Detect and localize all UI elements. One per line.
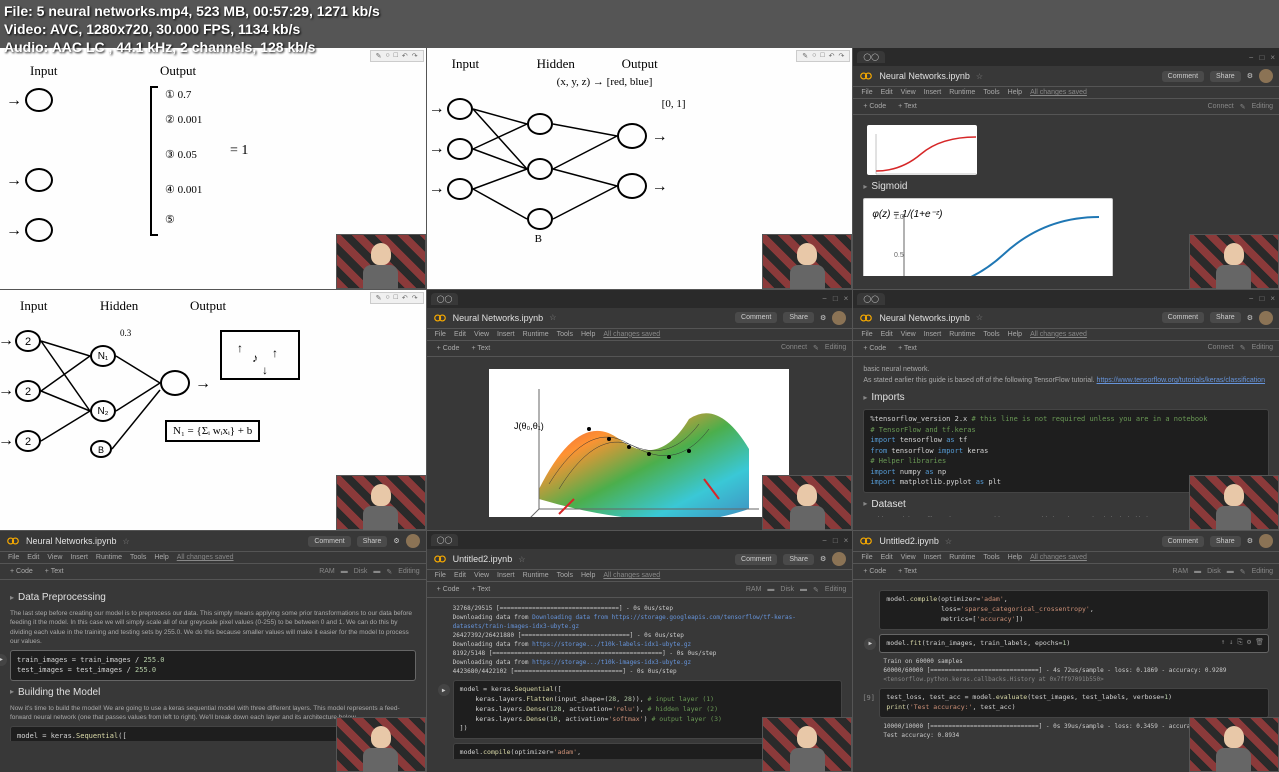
- wb1-input-label: Input: [30, 63, 57, 79]
- webcam-overlay: [1189, 234, 1279, 289]
- thumbnail-9[interactable]: Untitled2.ipynb☆ CommentShare⚙ FileEditV…: [853, 531, 1279, 772]
- gear-icon[interactable]: ⚙: [1247, 72, 1253, 80]
- menu-tools[interactable]: Tools: [983, 89, 999, 96]
- code-cell-fit[interactable]: ▶ ↑↓⎘⚙🗑 model.fit(train_images, train_la…: [879, 634, 1269, 654]
- thumbnail-8[interactable]: ◯◯−□× Untitled2.ipynb☆ CommentShare⚙ Fil…: [427, 531, 853, 772]
- formula-box: N₁ = {Σᵢ wᵢxᵢ} + b: [165, 420, 260, 442]
- section-building-model: Building the Model: [10, 685, 416, 700]
- notebook-title[interactable]: Neural Networks.ipynb: [879, 71, 970, 81]
- share-button[interactable]: Share: [1210, 71, 1241, 82]
- file-info-line1: File: 5 neural networks.mp4, 523 MB, 00:…: [4, 2, 380, 20]
- colab-toolbar: + Code + Text Connect✎ Editing: [853, 99, 1279, 115]
- webcam-overlay: [762, 475, 852, 530]
- colab-menu-bar: File Edit View Insert Runtime Tools Help…: [853, 87, 1279, 99]
- section-sigmoid: Sigmoid: [863, 179, 1269, 194]
- comment-button[interactable]: Comment: [1162, 71, 1204, 82]
- wb1-output-label: Output: [160, 63, 196, 79]
- colab-logo-icon: [859, 69, 873, 83]
- bracket: [150, 86, 158, 236]
- thumbnail-5[interactable]: ◯◯−□× Neural Networks.ipynb ☆ CommentSha…: [427, 290, 853, 531]
- section-imports: Imports: [863, 390, 1269, 405]
- arrow-icon: →: [6, 92, 22, 110]
- run-cell-button[interactable]: ▶: [438, 684, 450, 696]
- menu-edit[interactable]: Edit: [881, 89, 893, 96]
- svg-text:1.0: 1.0: [894, 214, 904, 221]
- code-cell-preprocess[interactable]: ▶ train_images = train_images / 255.0 te…: [10, 650, 416, 681]
- thumbnail-4[interactable]: ✎○□↶↷ Input Hidden Output 2 2 2 N₁ N₂ B …: [0, 290, 426, 531]
- colab-header: Neural Networks.ipynb ☆ Comment Share ⚙: [853, 66, 1279, 87]
- file-info-overlay: File: 5 neural networks.mp4, 523 MB, 00:…: [0, 0, 384, 59]
- webcam-overlay: [1189, 475, 1279, 530]
- svg-text:J(θ₀,θ₁): J(θ₀,θ₁): [514, 421, 544, 431]
- svg-text:↓: ↓: [262, 363, 268, 377]
- menu-file[interactable]: File: [861, 89, 872, 96]
- webcam-overlay: [336, 475, 426, 530]
- avatar[interactable]: [1259, 69, 1273, 83]
- code-cell-evaluate[interactable]: [9] test_loss, test_acc = model.evaluate…: [879, 688, 1269, 718]
- svg-text:↑: ↑: [237, 341, 243, 355]
- webcam-overlay: [762, 717, 852, 772]
- input-node-1: [25, 88, 53, 112]
- thumbnail-7[interactable]: Neural Networks.ipynb☆ CommentShare⚙ Fil…: [0, 531, 426, 772]
- thumbnail-2[interactable]: ✎○□↶↷ Input Hidden Output (x, y, z) → [r…: [427, 48, 853, 289]
- webcam-overlay: [1189, 717, 1279, 772]
- diagram-box: ↑ ♪ ↑ ↓: [220, 330, 300, 380]
- delete-icon[interactable]: 🗑: [1255, 637, 1264, 648]
- menu-insert[interactable]: Insert: [924, 89, 942, 96]
- star-icon[interactable]: ☆: [976, 72, 983, 81]
- file-info-line3: Audio: AAC LC , 44.1 kHz, 2 channels, 12…: [4, 38, 380, 56]
- webcam-overlay: [336, 234, 426, 289]
- webcam-overlay: [336, 717, 426, 772]
- section-preprocessing: Data Preprocessing: [10, 590, 416, 605]
- menu-help[interactable]: Help: [1008, 89, 1022, 96]
- webcam-overlay: [762, 234, 852, 289]
- move-up-icon[interactable]: ↑: [1221, 637, 1225, 648]
- add-code-button[interactable]: + Code: [859, 102, 890, 111]
- thumbnail-grid: ✎○□↶↷ Input Output → → → ① 0.7 ② 0.001 ③…: [0, 0, 1279, 772]
- menu-view[interactable]: View: [901, 89, 916, 96]
- gear-icon[interactable]: ⚙: [1247, 637, 1251, 648]
- arrow-icon: →: [6, 222, 22, 240]
- input-node-3: [25, 218, 53, 242]
- surface-plot-3d: J(θ₀,θ₁) θ₀ θ₁: [489, 369, 789, 518]
- arrow-icon: →: [6, 172, 22, 190]
- whiteboard-toolbar: ✎○□↶↷: [796, 50, 850, 62]
- thumbnail-3[interactable]: ◯◯ −□× Neural Networks.ipynb ☆ Comment S…: [853, 48, 1279, 289]
- whiteboard-toolbar: ✎○□↶↷: [370, 292, 424, 304]
- browser-chrome: ◯◯ −□×: [853, 48, 1279, 66]
- run-cell-button[interactable]: ▶: [0, 654, 7, 666]
- svg-text:♪: ♪: [252, 351, 258, 365]
- sigmoid-chart-small: [867, 125, 977, 175]
- file-info-line2: Video: AVC, 1280x720, 30.000 FPS, 1134 k…: [4, 20, 380, 38]
- menu-runtime[interactable]: Runtime: [949, 89, 975, 96]
- svg-text:↑: ↑: [272, 346, 278, 360]
- colab-logo-icon: [433, 311, 447, 325]
- svg-text:0.5: 0.5: [894, 252, 904, 259]
- link-icon[interactable]: ⎘: [1237, 637, 1243, 648]
- sigmoid-chart-large: φ(z) = 1/(1+e⁻ᶻ) 1.0 0.5 0.0: [863, 198, 1113, 276]
- thumbnail-1[interactable]: ✎○□↶↷ Input Output → → → ① 0.7 ② 0.001 ③…: [0, 48, 426, 289]
- run-cell-button[interactable]: ▶: [864, 638, 876, 650]
- move-down-icon[interactable]: ↓: [1229, 637, 1233, 648]
- save-status: All changes saved: [1030, 89, 1087, 96]
- input-node-2: [25, 168, 53, 192]
- connect-button[interactable]: Connect: [1208, 103, 1234, 111]
- add-text-button[interactable]: + Text: [894, 102, 921, 111]
- thumbnail-6[interactable]: ◯◯−□× Neural Networks.ipynb☆ CommentShar…: [853, 290, 1279, 531]
